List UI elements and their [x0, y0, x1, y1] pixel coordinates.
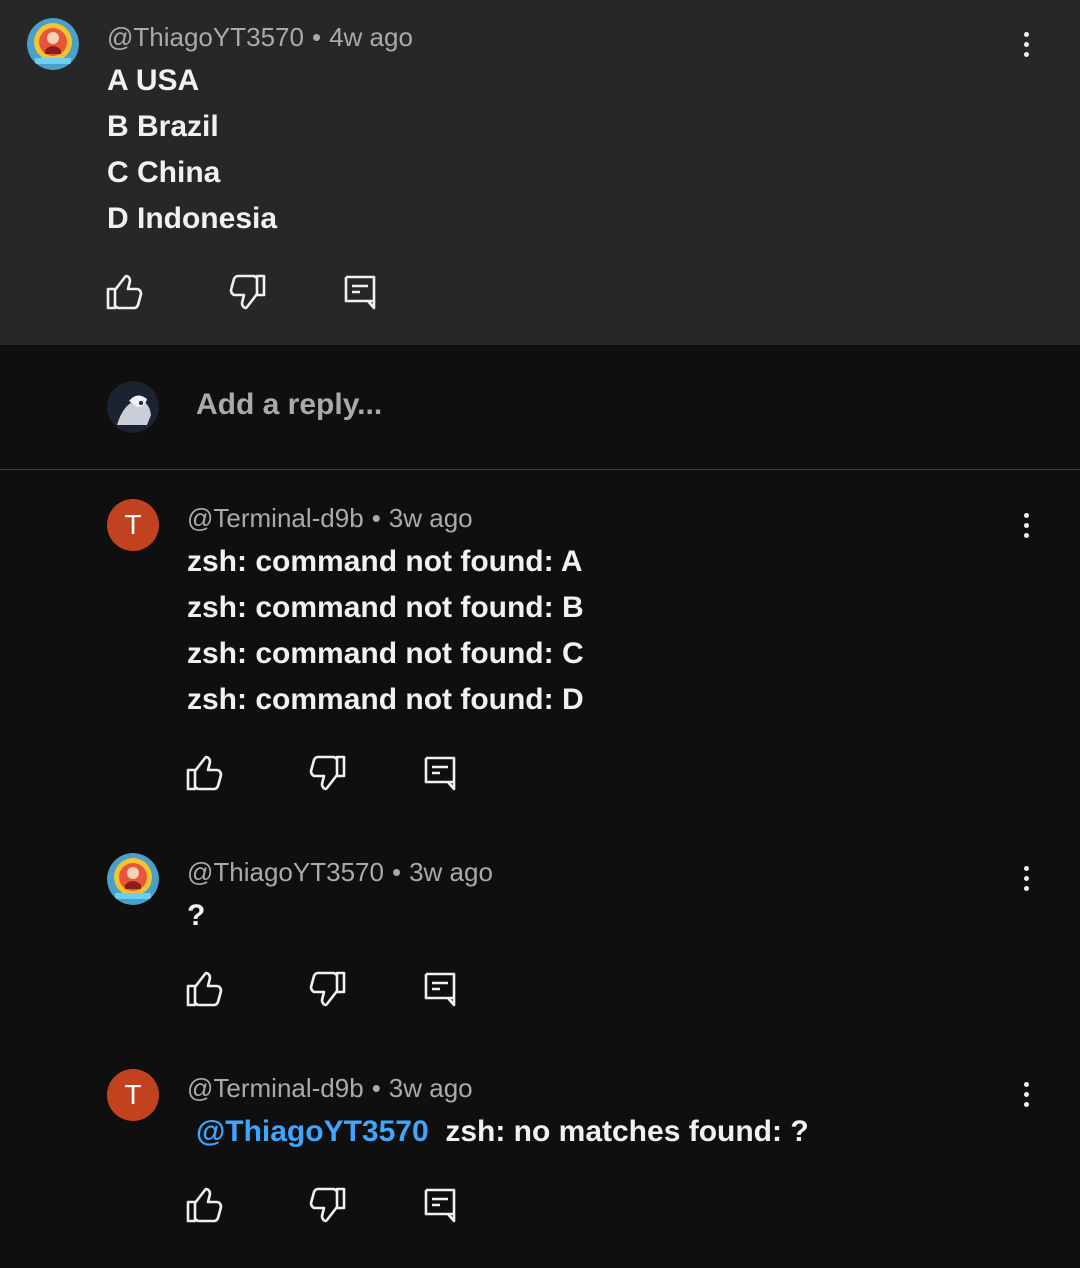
- meta-separator: •: [311, 22, 322, 52]
- more-vert-icon[interactable]: [1016, 24, 1036, 64]
- thumbs-up-icon[interactable]: [184, 1185, 224, 1225]
- top-comment-card: @ThiagoYT3570 • 4w ago A USA B Brazil C Ch…: [0, 0, 1080, 345]
- thumbs-down-icon[interactable]: [308, 969, 348, 1009]
- reply-input[interactable]: Add a reply...: [196, 388, 382, 422]
- mention-link[interactable]: @ThiagoYT3570: [196, 1115, 429, 1148]
- reply-meta: @ThiagoYT3570 • 3w ago: [187, 857, 493, 888]
- reply-line: @ThiagoYT3570 zsh: no matches found: ?: [196, 1115, 809, 1149]
- thiago-avatar-icon: [107, 853, 159, 905]
- more-vert-icon[interactable]: [1016, 858, 1036, 898]
- meta-separator: •: [371, 1073, 381, 1103]
- meta-separator: •: [391, 857, 402, 887]
- avatar[interactable]: T: [107, 1069, 159, 1121]
- meta-separator: •: [371, 503, 381, 533]
- reply-text: zsh: no matches found: ?: [445, 1115, 809, 1148]
- reply-time: 3w ago: [388, 503, 473, 533]
- thumbs-up-icon[interactable]: [104, 272, 144, 312]
- comment-time: 4w ago: [329, 22, 413, 52]
- thumbs-down-icon[interactable]: [308, 1185, 348, 1225]
- reply-line: zsh: command not found: C: [187, 637, 584, 670]
- current-user-avatar: [107, 381, 159, 433]
- avatar[interactable]: [27, 18, 79, 70]
- thumbs-down-icon[interactable]: [308, 753, 348, 793]
- reply-icon[interactable]: [340, 272, 380, 312]
- reply-author[interactable]: @ThiagoYT3570: [187, 857, 384, 887]
- thumbs-down-icon[interactable]: [228, 272, 268, 312]
- comment-line: C China: [107, 156, 221, 189]
- reply-line: zsh: command not found: D: [187, 683, 584, 716]
- reply-icon[interactable]: [420, 1185, 460, 1225]
- reply-line: zsh: command not found: B: [187, 591, 584, 624]
- comment-meta: @ThiagoYT3570 • 4w ago: [107, 22, 413, 53]
- thumbs-up-icon[interactable]: [184, 753, 224, 793]
- reply-time: 3w ago: [388, 1073, 473, 1103]
- comment-line: B Brazil: [107, 110, 219, 143]
- reply-icon[interactable]: [420, 753, 460, 793]
- reply-meta: @Terminal-d9b • 3w ago: [187, 1073, 473, 1104]
- thumbs-up-icon[interactable]: [184, 969, 224, 1009]
- thiago-avatar-icon: [27, 18, 79, 70]
- more-vert-icon[interactable]: [1016, 1074, 1036, 1114]
- reply-author[interactable]: @Terminal-d9b: [187, 1073, 364, 1103]
- reply-line: ?: [187, 899, 206, 932]
- reply-composer: [0, 345, 1080, 470]
- avatar[interactable]: T: [107, 499, 159, 551]
- comment-line: D Indonesia: [107, 202, 278, 235]
- reply-author[interactable]: @Terminal-d9b: [187, 503, 364, 533]
- user-avatar-icon: [107, 381, 159, 433]
- reply-meta: @Terminal-d9b • 3w ago: [187, 503, 473, 534]
- more-vert-icon[interactable]: [1016, 505, 1036, 545]
- comment-line: A USA: [107, 64, 200, 97]
- comment-author[interactable]: @ThiagoYT3570: [107, 22, 304, 52]
- reply-icon[interactable]: [420, 969, 460, 1009]
- avatar[interactable]: [107, 853, 159, 905]
- reply-line: zsh: command not found: A: [187, 545, 583, 578]
- reply-time: 3w ago: [409, 857, 493, 887]
